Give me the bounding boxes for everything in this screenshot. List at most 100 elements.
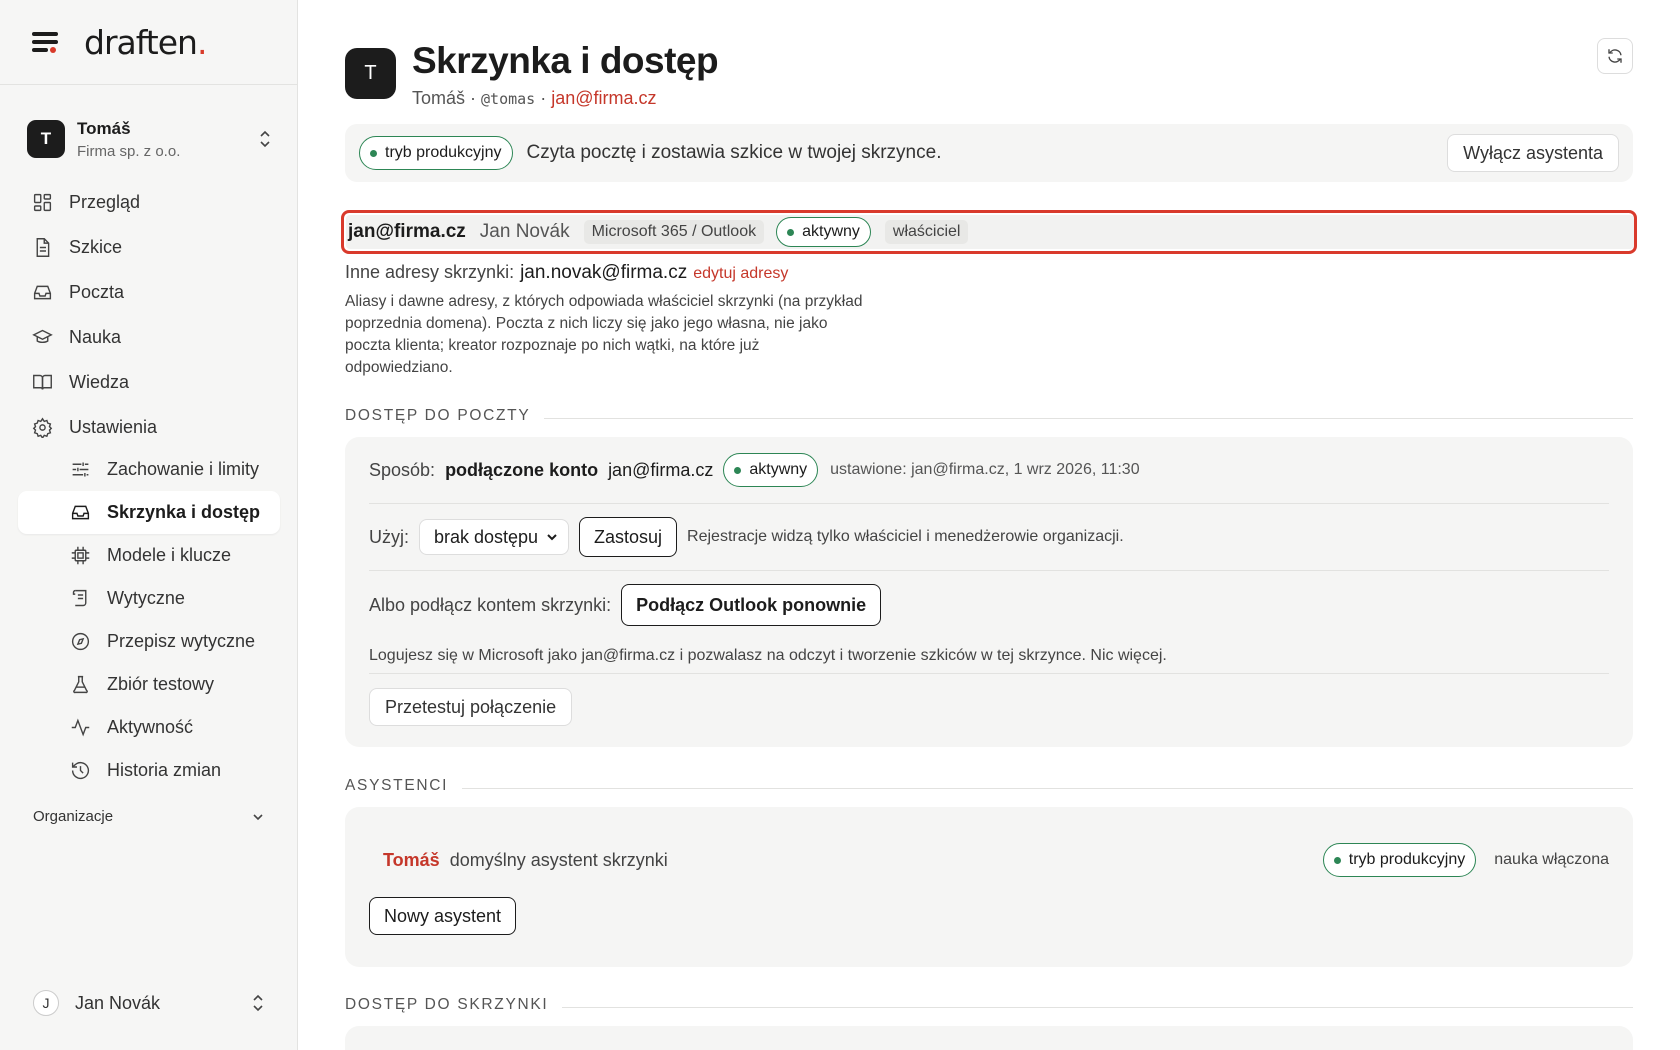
sidebar-item-behavior-limits[interactable]: Zachowanie i limity [18, 448, 280, 491]
inbox-icon [33, 285, 52, 300]
book-icon [33, 374, 52, 390]
refresh-button[interactable] [1597, 38, 1633, 74]
sidebar: draften. T Tomáš Firma sp. z o.o. Przegl… [0, 0, 298, 1050]
assistant-row-name[interactable]: Tomáš [383, 850, 440, 871]
sidebar-item-settings[interactable]: Ustawienia [18, 405, 280, 450]
history-icon [71, 761, 90, 780]
sidebar-item-guidelines[interactable]: Wytyczne [18, 577, 280, 620]
org-avatar: T [27, 120, 65, 158]
sidebar-item-mailbox-access[interactable]: Skrzynka i dostęp [18, 491, 280, 534]
assistant-name: Tomáš [412, 88, 466, 108]
org-switcher[interactable]: T Tomáš Firma sp. z o.o. [27, 117, 272, 161]
sidebar-item-label: Przepisz wytyczne [107, 631, 256, 651]
access-method-row: Sposób: podłączone konto jan@firma.cz ak… [369, 437, 1609, 503]
sidebar-nav: Przegląd Szkice Poczta Nauka Wiedza Usta… [18, 180, 280, 792]
connect-note: Logujesz się w Microsoft jako jan@firma.… [369, 647, 1167, 664]
org-company: Firma sp. z o.o. [77, 142, 181, 160]
sidebar-item-test-set[interactable]: Zbiór testowy [18, 663, 280, 706]
chip-icon [71, 546, 90, 565]
new-assistant-button[interactable]: Nowy asystent [369, 897, 517, 935]
flask-icon [73, 675, 88, 694]
sliders-icon [72, 462, 89, 477]
sidebar-item-history[interactable]: Historia zmian [18, 749, 280, 792]
sidebar-item-label: Modele i klucze [107, 545, 232, 565]
reconnect-outlook-button[interactable]: Podłącz Outlook ponownie [621, 584, 882, 626]
assistant-row[interactable]: Tomáš domyślny asystent skrzynki tryb pr… [369, 832, 1609, 888]
sidebar-item-knowledge[interactable]: Wiedza [18, 360, 280, 405]
sidebar-item-models-keys[interactable]: Modele i klucze [18, 534, 280, 577]
mailbox-access-card [345, 1026, 1633, 1050]
account-status-badge: aktywny [776, 217, 871, 247]
page-title: Skrzynka i dostęp [412, 40, 719, 81]
sidebar-item-label: Ustawienia [69, 417, 158, 437]
chevron-down-icon [253, 813, 263, 820]
disable-assistant-button[interactable]: Wyłącz asystenta [1447, 134, 1619, 172]
page-subtitle: Tomáš · @tomas · jan@firma.cz [412, 88, 657, 108]
aliases-description: Aliasy i dawne adresy, z których odpowia… [345, 293, 863, 376]
sidebar-item-label: Zbiór testowy [107, 674, 215, 694]
access-status-badge: aktywny [723, 453, 819, 487]
sidebar-item-label: Zachowanie i limity [107, 459, 260, 479]
sidebar-item-label: Skrzynka i dostęp [107, 502, 261, 522]
test-row: Przetestuj połączenie [369, 674, 1609, 740]
chevron-updown-icon [260, 130, 270, 148]
sidebar-item-drafts[interactable]: Szkice [18, 225, 280, 270]
sidebar-item-label: Nauka [69, 327, 122, 347]
mode-badge: tryb produkcyjny [359, 136, 513, 170]
connect-row: Albo podłącz kontem skrzynki: Podłącz Ou… [369, 571, 1609, 639]
user-switcher[interactable]: J Jan Novák [33, 990, 265, 1016]
chevron-down-icon [547, 534, 557, 541]
assistant-row-role: domyślny asystent skrzynki [449, 849, 668, 870]
menu-icon[interactable] [32, 31, 60, 53]
activity-icon [71, 718, 90, 737]
sidebar-item-label: Wytyczne [107, 588, 185, 608]
edit-addresses-link[interactable]: edytuj adresy [693, 265, 788, 282]
user-avatar: J [33, 990, 59, 1016]
method-email: jan@firma.cz [608, 459, 714, 480]
use-row: Użyj: brak dostępu Zastosuj Rejestracje … [369, 504, 1609, 570]
use-note: Rejestracje widzą tylko właściciel i men… [687, 528, 1124, 545]
logo-bar: draften. [0, 0, 297, 85]
sidebar-item-label: Szkice [69, 237, 123, 257]
refresh-icon [1608, 49, 1622, 63]
logo[interactable]: draften. [84, 23, 207, 62]
aliases-label: Inne adresy skrzynki: [345, 262, 515, 282]
dashboard-icon [33, 193, 52, 212]
section-assistants-heading: ASYSTENCI [345, 777, 1633, 795]
chevron-updown-icon [253, 994, 263, 1012]
sidebar-item-label: Poczta [69, 282, 125, 302]
test-connection-button[interactable]: Przetestuj połączenie [369, 688, 573, 726]
user-name: Jan Novák [75, 992, 161, 1013]
compass-icon [71, 632, 90, 651]
inbox-icon [71, 505, 90, 520]
apply-button[interactable]: Zastosuj [579, 517, 678, 557]
status-text: Czyta pocztę i zostawia szkice w twojej … [526, 142, 942, 163]
organizations-section[interactable]: Organizacje [33, 808, 265, 825]
graduation-cap-icon [32, 329, 53, 344]
method-label: Sposób: [369, 459, 436, 480]
access-select[interactable]: brak dostępu [419, 519, 569, 555]
mailbox-account-row[interactable]: jan@firma.cz Jan Novák Microsoft 365 / O… [341, 210, 1637, 254]
assistant-status-bar: tryb produkcyjny Czyta pocztę i zostawia… [345, 124, 1633, 182]
use-label: Użyj: [369, 526, 409, 547]
assistant-email-link[interactable]: jan@firma.cz [551, 88, 656, 108]
connect-label: Albo podłącz kontem skrzynki: [369, 594, 612, 615]
section-mailbox-access-heading: DOSTĘP DO SKRZYNKI [345, 996, 1633, 1014]
account-owner-name: Jan Novák [479, 221, 570, 242]
sidebar-item-label: Wiedza [69, 372, 130, 392]
sidebar-item-overview[interactable]: Przegląd [18, 180, 280, 225]
alias-address: jan.novak@firma.cz [520, 262, 688, 283]
org-name: Tomáš [77, 118, 131, 138]
set-info: ustawione: jan@firma.cz, 1 wrz 2026, 11:… [830, 461, 1140, 478]
sidebar-item-mail[interactable]: Poczta [18, 270, 280, 315]
page-header: T Skrzynka i dostęp Tomáš · @tomas · jan… [345, 40, 719, 109]
gear-icon [32, 417, 53, 438]
sidebar-item-label: Przegląd [69, 192, 141, 212]
new-assistant-row: Nowy asystent [369, 891, 1609, 941]
sidebar-item-rewrite-guidelines[interactable]: Przepisz wytyczne [18, 620, 280, 663]
sidebar-item-label: Aktywność [107, 717, 194, 737]
scroll-icon [72, 589, 87, 607]
sidebar-item-activity[interactable]: Aktywność [18, 706, 280, 749]
sidebar-item-label: Historia zmian [107, 760, 222, 780]
sidebar-item-learning[interactable]: Nauka [18, 315, 280, 360]
